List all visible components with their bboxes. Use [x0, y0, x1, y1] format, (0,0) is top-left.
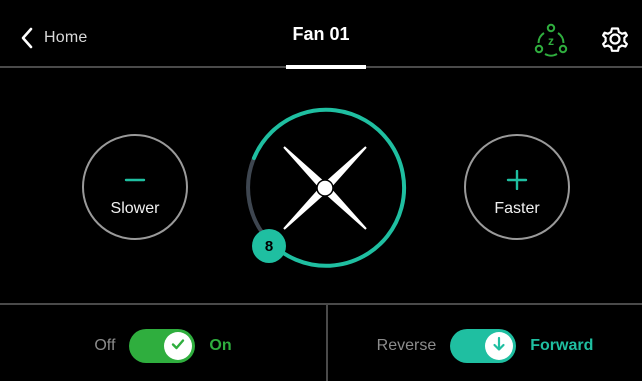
- slower-button[interactable]: Slower: [82, 134, 188, 240]
- active-tab-underline: [286, 65, 366, 69]
- power-switch[interactable]: [129, 329, 196, 363]
- faster-label: Faster: [494, 200, 540, 217]
- power-off-label[interactable]: Off: [94, 337, 115, 355]
- sleep-mode-icon: z: [534, 23, 568, 61]
- gear-icon: [598, 27, 632, 60]
- checkmark-icon: [170, 336, 186, 357]
- direction-switch[interactable]: [450, 329, 517, 363]
- svg-text:z: z: [548, 34, 554, 48]
- reverse-label[interactable]: Reverse: [377, 337, 437, 355]
- faster-button[interactable]: Faster: [464, 134, 570, 240]
- speed-level-badge: 8: [252, 229, 286, 263]
- direction-toggle-group: Reverse Forward: [328, 326, 642, 366]
- power-on-label[interactable]: On: [209, 337, 231, 355]
- bottom-divider: [0, 303, 642, 305]
- slower-label: Slower: [110, 200, 160, 217]
- header-bar: Home Fan 01 z: [0, 0, 642, 66]
- arrow-down-icon: [491, 336, 507, 357]
- forward-label[interactable]: Forward: [530, 337, 593, 355]
- fan-icon: [283, 146, 367, 230]
- settings-button[interactable]: [598, 22, 632, 56]
- power-switch-knob[interactable]: [164, 332, 193, 360]
- direction-switch-knob[interactable]: [485, 332, 514, 360]
- sleep-mode-button[interactable]: z: [534, 23, 568, 57]
- minus-icon: [84, 170, 186, 190]
- power-toggle-group: Off On: [0, 326, 326, 366]
- plus-icon: [466, 170, 568, 190]
